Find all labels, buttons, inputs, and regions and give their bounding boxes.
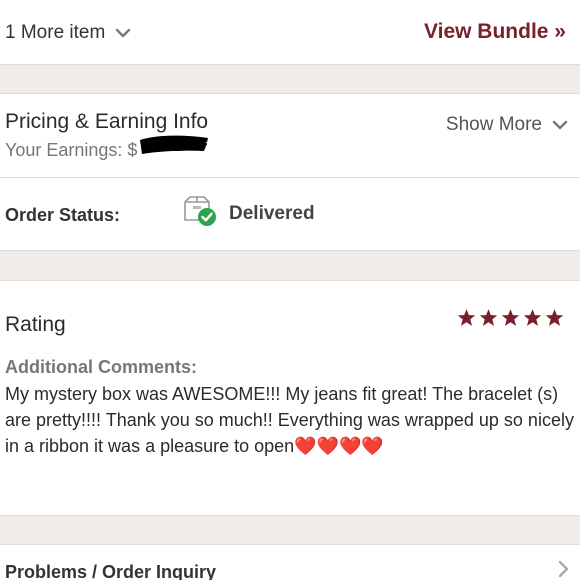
star-icon [545,309,564,326]
problems-row[interactable]: Problems / Order Inquiry [0,545,580,580]
comment-body: My mystery box was AWESOME!!! My jeans f… [5,384,574,456]
bundle-row: 1 More item View Bundle » [0,0,580,64]
order-status-value: Delivered [229,203,315,224]
rating-section: Rating Additional Comments: My mystery b… [0,281,580,515]
star-icon [523,309,542,326]
rating-title: Rating [5,313,66,336]
pricing-title: Pricing & Earning Info [5,110,209,133]
package-delivered-icon [184,196,216,226]
order-status-section: Order Status: Delivered [0,179,580,250]
star-icon [457,309,476,326]
show-more-toggle[interactable]: Show More [446,114,568,136]
star-icon [479,309,498,326]
star-rating [457,308,564,327]
chevron-down-icon [552,120,568,130]
comments-label: Additional Comments: [5,357,197,377]
star-icon [501,309,520,326]
section-divider [0,515,580,545]
chevron-right-icon [558,560,569,578]
problems-label: Problems / Order Inquiry [5,562,217,580]
heart-emoji: ❤️❤️❤️❤️ [294,436,384,456]
section-divider [0,64,580,94]
more-items-toggle[interactable]: 1 More item [5,22,131,44]
section-divider [0,250,580,281]
comment-text: My mystery box was AWESOME!!! My jeans f… [5,381,575,459]
order-status-label: Order Status: [5,205,121,225]
more-items-label: 1 More item [5,22,106,43]
earnings-label: Your Earnings: $ [5,140,138,160]
redaction-mark [140,135,208,154]
pricing-section: Pricing & Earning Info Your Earnings: $ … [0,94,580,178]
show-more-label: Show More [445,114,542,135]
view-bundle-link[interactable]: View Bundle » [424,20,566,44]
chevron-down-icon [116,28,131,38]
